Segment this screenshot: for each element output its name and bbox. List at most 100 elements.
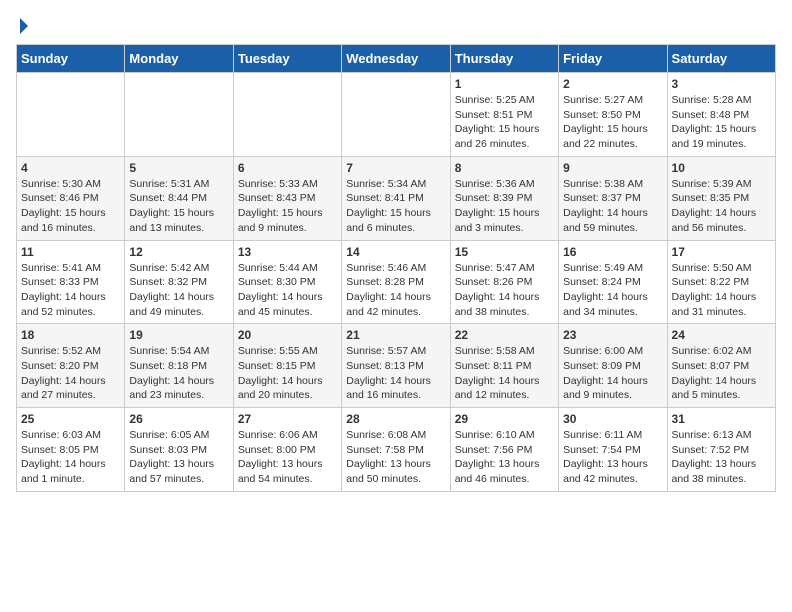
day-info: Sunrise: 5:36 AM Sunset: 8:39 PM Dayligh… xyxy=(455,177,554,236)
day-info: Sunrise: 5:54 AM Sunset: 8:18 PM Dayligh… xyxy=(129,344,228,403)
calendar-cell: 9 Sunrise: 5:38 AM Sunset: 8:37 PM Daylig… xyxy=(559,156,667,240)
day-info: Sunrise: 6:10 AM Sunset: 7:56 PM Dayligh… xyxy=(455,428,554,487)
day-number: 6 xyxy=(238,161,337,175)
calendar-week-row: 11 Sunrise: 5:41 AM Sunset: 8:33 PM Dayli… xyxy=(17,240,776,324)
calendar-cell: 12 Sunrise: 5:42 AM Sunset: 8:32 PM Dayli… xyxy=(125,240,233,324)
calendar-week-row: 1Sunrise: 5:25 AM Sunset: 8:51 PM Daylig… xyxy=(17,73,776,157)
day-info: Sunrise: 5:42 AM Sunset: 8:32 PM Dayligh… xyxy=(129,261,228,320)
calendar-cell: 3 Sunrise: 5:28 AM Sunset: 8:48 PM Daylig… xyxy=(667,73,775,157)
calendar-cell: 8 Sunrise: 5:36 AM Sunset: 8:39 PM Daylig… xyxy=(450,156,558,240)
day-info: Sunrise: 5:25 AM Sunset: 8:51 PM Dayligh… xyxy=(455,93,554,152)
day-info: Sunrise: 5:44 AM Sunset: 8:30 PM Dayligh… xyxy=(238,261,337,320)
day-number: 15 xyxy=(455,245,554,259)
day-number: 12 xyxy=(129,245,228,259)
calendar-cell: 7 Sunrise: 5:34 AM Sunset: 8:41 PM Daylig… xyxy=(342,156,450,240)
calendar-week-row: 4 Sunrise: 5:30 AM Sunset: 8:46 PM Daylig… xyxy=(17,156,776,240)
calendar-cell: 19 Sunrise: 5:54 AM Sunset: 8:18 PM Dayli… xyxy=(125,324,233,408)
calendar-week-row: 25Sunrise: 6:03 AM Sunset: 8:05 PM Dayli… xyxy=(17,408,776,492)
day-number: 22 xyxy=(455,328,554,342)
day-info: Sunrise: 5:33 AM Sunset: 8:43 PM Dayligh… xyxy=(238,177,337,236)
day-number: 7 xyxy=(346,161,445,175)
calendar-cell xyxy=(17,73,125,157)
day-info: Sunrise: 5:41 AM Sunset: 8:33 PM Dayligh… xyxy=(21,261,120,320)
calendar-cell: 11 Sunrise: 5:41 AM Sunset: 8:33 PM Dayli… xyxy=(17,240,125,324)
day-info: Sunrise: 5:30 AM Sunset: 8:46 PM Dayligh… xyxy=(21,177,120,236)
day-info: Sunrise: 5:47 AM Sunset: 8:26 PM Dayligh… xyxy=(455,261,554,320)
column-header-thursday: Thursday xyxy=(450,45,558,73)
day-number: 31 xyxy=(672,412,771,426)
day-number: 13 xyxy=(238,245,337,259)
calendar-cell: 25Sunrise: 6:03 AM Sunset: 8:05 PM Dayli… xyxy=(17,408,125,492)
calendar-cell: 16Sunrise: 5:49 AM Sunset: 8:24 PM Dayli… xyxy=(559,240,667,324)
column-header-tuesday: Tuesday xyxy=(233,45,341,73)
calendar-week-row: 18Sunrise: 5:52 AM Sunset: 8:20 PM Dayli… xyxy=(17,324,776,408)
day-info: Sunrise: 6:08 AM Sunset: 7:58 PM Dayligh… xyxy=(346,428,445,487)
day-info: Sunrise: 5:58 AM Sunset: 8:11 PM Dayligh… xyxy=(455,344,554,403)
calendar-cell: 20 Sunrise: 5:55 AM Sunset: 8:15 PM Dayli… xyxy=(233,324,341,408)
day-info: Sunrise: 6:13 AM Sunset: 7:52 PM Dayligh… xyxy=(672,428,771,487)
calendar-cell xyxy=(233,73,341,157)
column-header-sunday: Sunday xyxy=(17,45,125,73)
column-header-monday: Monday xyxy=(125,45,233,73)
day-number: 25 xyxy=(21,412,120,426)
day-info: Sunrise: 5:28 AM Sunset: 8:48 PM Dayligh… xyxy=(672,93,771,152)
day-number: 2 xyxy=(563,77,662,91)
day-info: Sunrise: 5:27 AM Sunset: 8:50 PM Dayligh… xyxy=(563,93,662,152)
calendar-cell: 6 Sunrise: 5:33 AM Sunset: 8:43 PM Daylig… xyxy=(233,156,341,240)
calendar-table: SundayMondayTuesdayWednesdayThursdayFrid… xyxy=(16,44,776,492)
calendar-cell: 15 Sunrise: 5:47 AM Sunset: 8:26 PM Dayli… xyxy=(450,240,558,324)
day-info: Sunrise: 5:38 AM Sunset: 8:37 PM Dayligh… xyxy=(563,177,662,236)
page-header xyxy=(16,16,776,34)
day-info: Sunrise: 5:57 AM Sunset: 8:13 PM Dayligh… xyxy=(346,344,445,403)
day-number: 3 xyxy=(672,77,771,91)
calendar-cell: 29 Sunrise: 6:10 AM Sunset: 7:56 PM Dayli… xyxy=(450,408,558,492)
calendar-cell: 28 Sunrise: 6:08 AM Sunset: 7:58 PM Dayli… xyxy=(342,408,450,492)
calendar-cell: 22 Sunrise: 5:58 AM Sunset: 8:11 PM Dayli… xyxy=(450,324,558,408)
day-info: Sunrise: 5:52 AM Sunset: 8:20 PM Dayligh… xyxy=(21,344,120,403)
day-number: 27 xyxy=(238,412,337,426)
day-info: Sunrise: 6:05 AM Sunset: 8:03 PM Dayligh… xyxy=(129,428,228,487)
calendar-cell: 14Sunrise: 5:46 AM Sunset: 8:28 PM Dayli… xyxy=(342,240,450,324)
calendar-cell: 26Sunrise: 6:05 AM Sunset: 8:03 PM Dayli… xyxy=(125,408,233,492)
day-number: 17 xyxy=(672,245,771,259)
day-number: 30 xyxy=(563,412,662,426)
day-info: Sunrise: 6:06 AM Sunset: 8:00 PM Dayligh… xyxy=(238,428,337,487)
calendar-cell: 1Sunrise: 5:25 AM Sunset: 8:51 PM Daylig… xyxy=(450,73,558,157)
calendar-cell: 21 Sunrise: 5:57 AM Sunset: 8:13 PM Dayli… xyxy=(342,324,450,408)
day-number: 28 xyxy=(346,412,445,426)
calendar-cell: 18Sunrise: 5:52 AM Sunset: 8:20 PM Dayli… xyxy=(17,324,125,408)
calendar-cell: 2 Sunrise: 5:27 AM Sunset: 8:50 PM Daylig… xyxy=(559,73,667,157)
day-number: 5 xyxy=(129,161,228,175)
logo-arrow-icon xyxy=(20,18,28,34)
day-number: 19 xyxy=(129,328,228,342)
day-info: Sunrise: 5:49 AM Sunset: 8:24 PM Dayligh… xyxy=(563,261,662,320)
column-header-wednesday: Wednesday xyxy=(342,45,450,73)
calendar-cell: 13 Sunrise: 5:44 AM Sunset: 8:30 PM Dayli… xyxy=(233,240,341,324)
column-header-saturday: Saturday xyxy=(667,45,775,73)
day-number: 4 xyxy=(21,161,120,175)
day-info: Sunrise: 5:55 AM Sunset: 8:15 PM Dayligh… xyxy=(238,344,337,403)
day-number: 24 xyxy=(672,328,771,342)
calendar-cell: 24 Sunrise: 6:02 AM Sunset: 8:07 PM Dayli… xyxy=(667,324,775,408)
logo xyxy=(16,16,28,34)
calendar-header-row: SundayMondayTuesdayWednesdayThursdayFrid… xyxy=(17,45,776,73)
day-number: 11 xyxy=(21,245,120,259)
day-info: Sunrise: 6:11 AM Sunset: 7:54 PM Dayligh… xyxy=(563,428,662,487)
calendar-cell: 27 Sunrise: 6:06 AM Sunset: 8:00 PM Dayli… xyxy=(233,408,341,492)
calendar-cell: 10Sunrise: 5:39 AM Sunset: 8:35 PM Dayli… xyxy=(667,156,775,240)
day-info: Sunrise: 5:34 AM Sunset: 8:41 PM Dayligh… xyxy=(346,177,445,236)
calendar-cell: 23Sunrise: 6:00 AM Sunset: 8:09 PM Dayli… xyxy=(559,324,667,408)
day-info: Sunrise: 6:00 AM Sunset: 8:09 PM Dayligh… xyxy=(563,344,662,403)
calendar-cell: 30 Sunrise: 6:11 AM Sunset: 7:54 PM Dayli… xyxy=(559,408,667,492)
day-number: 8 xyxy=(455,161,554,175)
day-number: 20 xyxy=(238,328,337,342)
day-number: 9 xyxy=(563,161,662,175)
day-info: Sunrise: 6:02 AM Sunset: 8:07 PM Dayligh… xyxy=(672,344,771,403)
calendar-cell xyxy=(342,73,450,157)
day-number: 10 xyxy=(672,161,771,175)
day-number: 21 xyxy=(346,328,445,342)
calendar-cell: 4 Sunrise: 5:30 AM Sunset: 8:46 PM Daylig… xyxy=(17,156,125,240)
calendar-cell: 5Sunrise: 5:31 AM Sunset: 8:44 PM Daylig… xyxy=(125,156,233,240)
day-number: 14 xyxy=(346,245,445,259)
day-number: 29 xyxy=(455,412,554,426)
